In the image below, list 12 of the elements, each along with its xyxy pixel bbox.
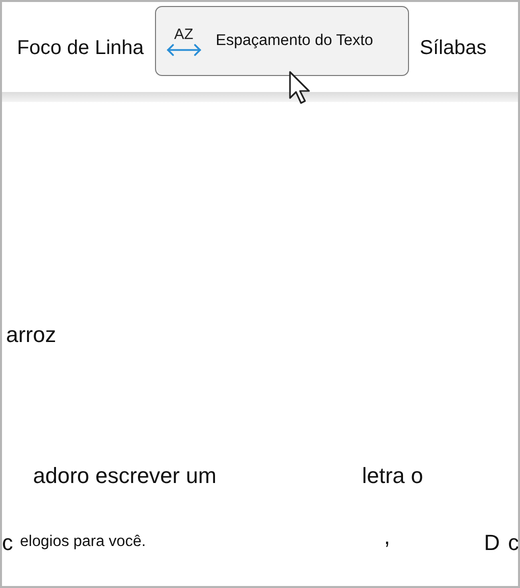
document-text: letra o bbox=[362, 465, 424, 487]
text-spacing-button[interactable]: AZ Espaçamento do Texto bbox=[154, 6, 409, 76]
icon-label: AZ bbox=[174, 26, 194, 42]
document-text: elogios para você. bbox=[20, 534, 146, 550]
toolbar-tab[interactable]: Foco de Linha bbox=[13, 33, 148, 63]
document-text: adoro escrever um bbox=[33, 465, 216, 487]
document-text: arroz bbox=[6, 324, 56, 346]
document-text: , bbox=[384, 526, 390, 548]
double-arrow-icon bbox=[166, 44, 202, 56]
document-text: c bbox=[2, 532, 13, 554]
toolbar-tab[interactable]: Sílabas bbox=[416, 33, 490, 63]
document-text: D bbox=[484, 532, 500, 554]
